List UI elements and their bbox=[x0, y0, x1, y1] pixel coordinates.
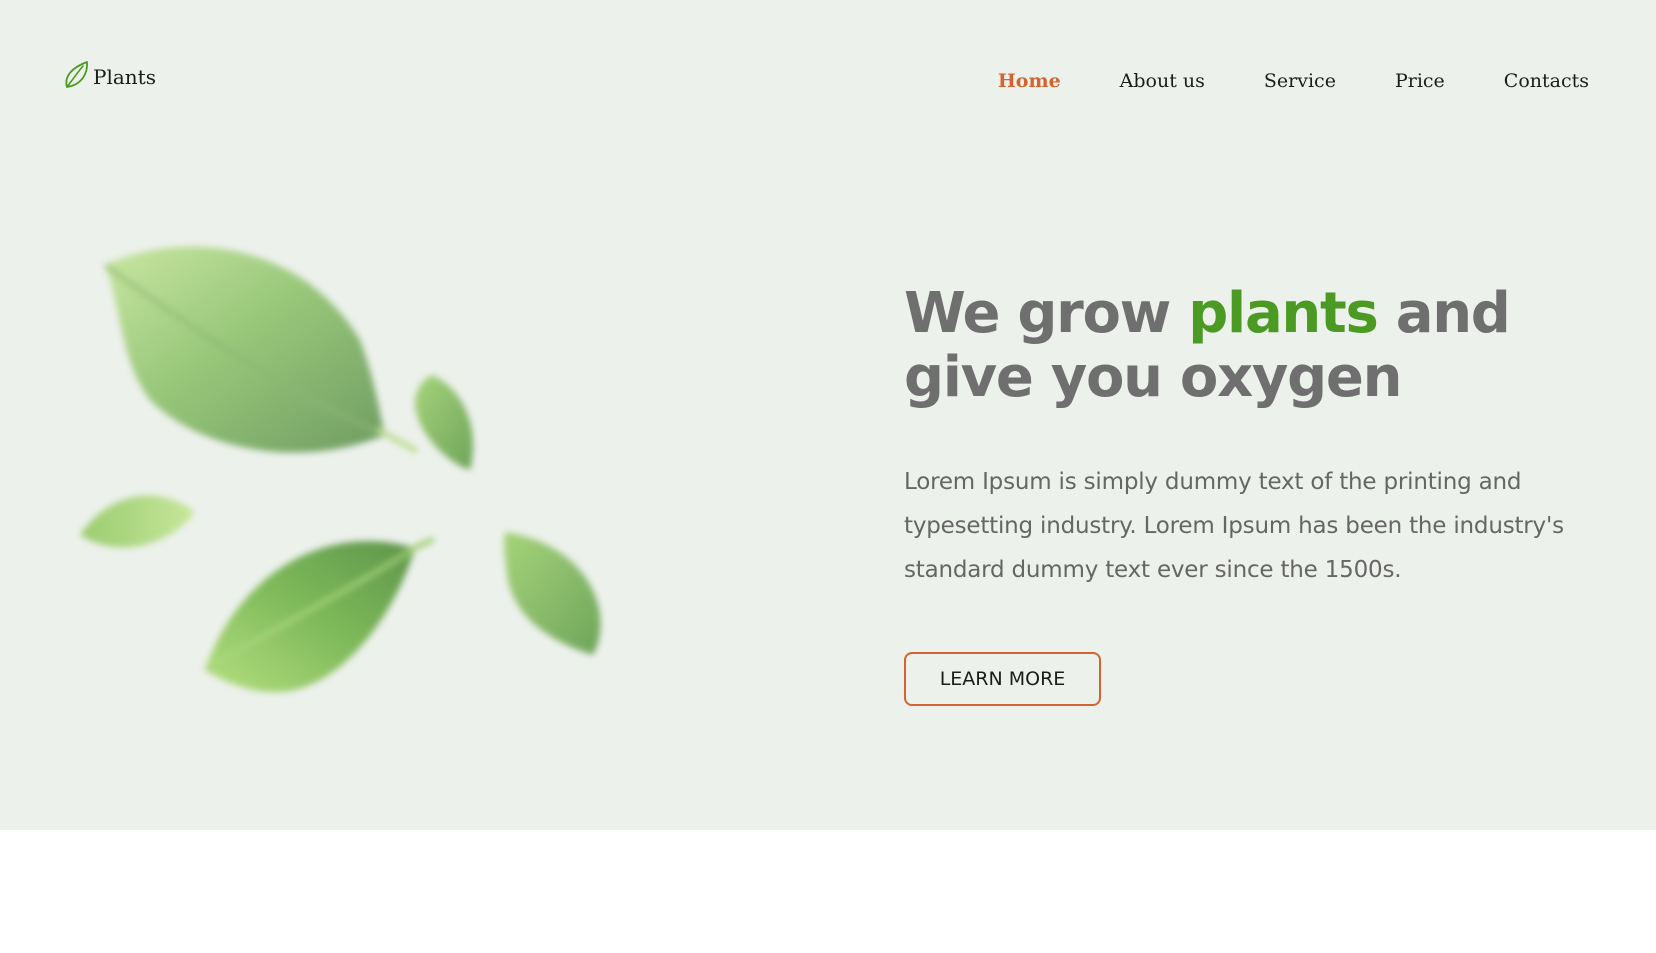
leaf-shape-right bbox=[504, 532, 601, 655]
hero-description: Lorem Ipsum is simply dummy text of the … bbox=[904, 469, 1564, 583]
nav-item-service[interactable]: Service bbox=[1264, 70, 1336, 92]
leaves-illustration bbox=[80, 246, 601, 693]
learn-more-button[interactable]: LEARN MORE bbox=[904, 652, 1101, 706]
leaf-shape-small-top bbox=[415, 375, 474, 470]
nav-item-home[interactable]: Home bbox=[998, 70, 1061, 92]
hero-headline: We grow plants and give you oxygen bbox=[904, 282, 1604, 410]
headline-accent: plants bbox=[1188, 281, 1379, 346]
main-nav: Home About us Service Price Contacts bbox=[998, 70, 1589, 92]
nav-item-contacts[interactable]: Contacts bbox=[1504, 70, 1589, 92]
hero-content: We grow plants and give you oxygen Lorem… bbox=[904, 282, 1604, 706]
leaf-shape-large bbox=[103, 246, 418, 453]
logo[interactable]: Plants bbox=[63, 60, 156, 90]
logo-text: Plants bbox=[93, 65, 156, 89]
leaf-shape-small-left bbox=[80, 495, 195, 548]
leaf-icon bbox=[65, 61, 88, 88]
headline-text-start: We grow bbox=[904, 281, 1189, 346]
nav-item-price[interactable]: Price bbox=[1395, 70, 1445, 92]
hero-section: Plants Home About us Service Price Conta… bbox=[0, 0, 1656, 830]
site-header: Plants Home About us Service Price Conta… bbox=[0, 0, 1656, 160]
leaf-shape-bottom bbox=[203, 537, 435, 693]
nav-item-about-us[interactable]: About us bbox=[1120, 70, 1205, 92]
